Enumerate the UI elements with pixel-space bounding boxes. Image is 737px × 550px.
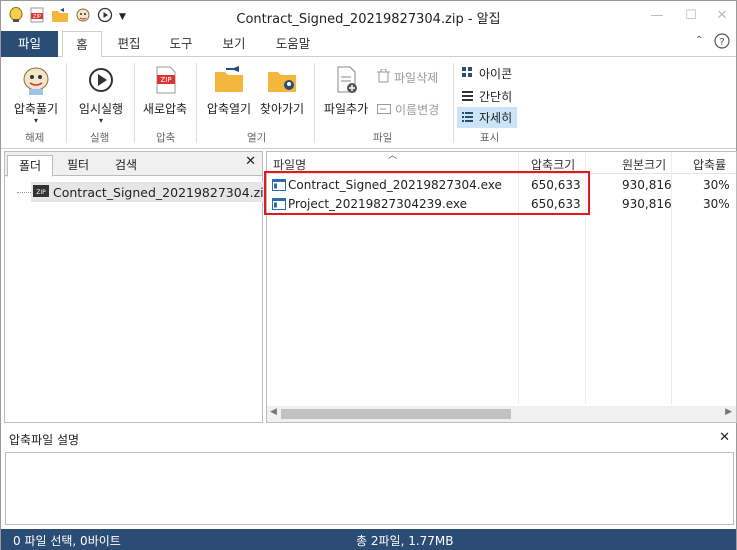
column-header-ratio[interactable]: 압축률 (693, 156, 726, 173)
scrollbar-thumb[interactable] (281, 409, 511, 419)
play-circle-icon (73, 63, 129, 100)
svg-text:?: ? (719, 37, 724, 48)
mascot-extract-icon (10, 63, 62, 100)
close-icon[interactable]: ✕ (719, 430, 730, 445)
folder-panel: 폴더 필터 검색 ✕ ZIP Contract_Signed_202198273… (4, 151, 275, 423)
ribbon-separator (134, 63, 135, 143)
delete-file-label: 파일삭제 (394, 71, 439, 85)
highlight-box (264, 171, 590, 215)
file-ratio: 30% (703, 178, 730, 192)
tab-folder[interactable]: 폴더 (7, 155, 53, 177)
tab-search[interactable]: 검색 (103, 155, 149, 176)
description-textarea[interactable] (5, 452, 734, 525)
temp-run-label: 임시실행 (78, 102, 124, 116)
locate-button[interactable]: 찾아가기 (256, 63, 308, 117)
extract-label: 압축풀기 (13, 102, 59, 116)
app-window: ZIP ▼ Contract_Signed_20219827304.zip - … (0, 0, 737, 550)
tab-edit[interactable]: 편집 (109, 31, 149, 57)
file-ratio: 30% (703, 197, 730, 211)
ribbon-separator (196, 63, 197, 143)
ribbon-separator (314, 63, 315, 143)
open-archive-label: 압축열기 (206, 102, 252, 116)
group-label-extract: 해제 (25, 132, 45, 144)
close-button[interactable]: ✕ (712, 7, 732, 25)
tree-connector (17, 192, 31, 193)
trash-icon (377, 68, 390, 86)
maximize-button[interactable]: ☐ (681, 7, 701, 25)
tree-item-archive[interactable]: ZIP Contract_Signed_20219827304.zip (31, 182, 275, 202)
ribbon-separator (66, 63, 67, 143)
close-icon[interactable]: ✕ (245, 154, 256, 169)
zip-file-icon: ZIP (139, 63, 191, 100)
extract-button[interactable]: 압축풀기 ▾ (10, 63, 62, 125)
rename-button[interactable]: 이름변경 (377, 101, 439, 118)
add-file-button[interactable]: 파일추가 (320, 63, 372, 117)
chevron-down-icon: ▾ (98, 116, 103, 125)
temp-run-button[interactable]: 임시실행 ▾ (73, 63, 129, 125)
view-icon-label: 아이콘 (479, 67, 513, 81)
file-original-size: 930,816 (622, 178, 672, 192)
open-archive-button[interactable]: 압축열기 (203, 63, 255, 117)
file-original-size: 930,816 (622, 197, 672, 211)
view-detail-option[interactable]: 자세히 (457, 107, 518, 128)
add-file-icon (320, 63, 372, 100)
group-label-display: 표시 (480, 132, 500, 144)
group-label-file: 파일 (373, 132, 393, 144)
tab-home[interactable]: 홈 (62, 31, 102, 58)
delete-file-button[interactable]: 파일삭제 (377, 68, 439, 86)
locate-label: 찾아가기 (259, 102, 305, 116)
tab-tools[interactable]: 도구 (161, 31, 201, 57)
tab-view[interactable]: 보기 (214, 31, 254, 57)
group-label-run: 실행 (90, 132, 110, 144)
group-label-compress: 압축 (156, 132, 176, 144)
horizontal-scrollbar[interactable]: ◀ ▶ (267, 406, 736, 422)
chevron-down-icon: ▾ (33, 116, 38, 125)
tab-filter[interactable]: 필터 (55, 155, 101, 176)
view-simple-label: 간단히 (479, 90, 513, 104)
collapse-ribbon-icon[interactable]: ⌃ (695, 35, 703, 46)
group-label-open: 열기 (247, 132, 267, 144)
view-simple-option[interactable]: 간단히 (459, 86, 515, 107)
new-compress-button[interactable]: ZIP 새로압축 (139, 63, 191, 117)
rename-icon (377, 103, 391, 117)
rename-label: 이름변경 (395, 103, 440, 117)
tab-help[interactable]: 도움말 (267, 31, 319, 57)
scroll-left-icon[interactable]: ◀ (270, 407, 277, 417)
list-icon (462, 90, 473, 104)
svg-text:ZIP: ZIP (160, 76, 171, 84)
new-compress-label: 새로압축 (142, 102, 188, 116)
tab-file[interactable]: 파일 (1, 31, 58, 57)
description-title: 압축파일 설명 (9, 433, 80, 447)
sort-ascending-icon: ︿ (388, 151, 398, 161)
tree-item-label: Contract_Signed_20219827304.zip (53, 184, 272, 200)
view-detail-label: 자세히 (479, 111, 513, 125)
status-bar: 0 파일 선택, 0바이트 총 2파일, 1.77MB (1, 529, 736, 550)
detail-list-icon (462, 111, 473, 125)
title-bar: ZIP ▼ Contract_Signed_20219827304.zip - … (1, 1, 736, 31)
zip-archive-icon: ZIP (33, 184, 49, 201)
scroll-right-icon[interactable]: ▶ (725, 407, 732, 417)
column-header-original[interactable]: 원본크기 (622, 156, 666, 173)
ribbon-separator (453, 63, 454, 143)
ribbon: 압축풀기 ▾ 해제 임시실행 ▾ 실행 ZIP 새로압축 압축 압축열기 찾아가… (1, 57, 736, 149)
folder-panel-tabs: 폴더 필터 검색 ✕ (5, 152, 262, 177)
status-total: 총 2파일, 1.77MB (356, 534, 454, 548)
view-icon-option[interactable]: 아이콘 (459, 63, 515, 84)
window-title: Contract_Signed_20219827304.zip - 알집 (236, 12, 501, 27)
add-file-label: 파일추가 (323, 102, 369, 116)
help-icon[interactable]: ? (714, 33, 730, 53)
menu-tabs: 파일 홈 편집 도구 보기 도움말 (1, 31, 736, 58)
status-selection: 0 파일 선택, 0바이트 (13, 534, 121, 548)
grid-icon (462, 66, 473, 81)
open-folder-icon (203, 63, 255, 100)
folder-location-icon (256, 63, 308, 100)
minimize-button[interactable]: — (647, 7, 667, 25)
svg-text:ZIP: ZIP (36, 189, 46, 196)
